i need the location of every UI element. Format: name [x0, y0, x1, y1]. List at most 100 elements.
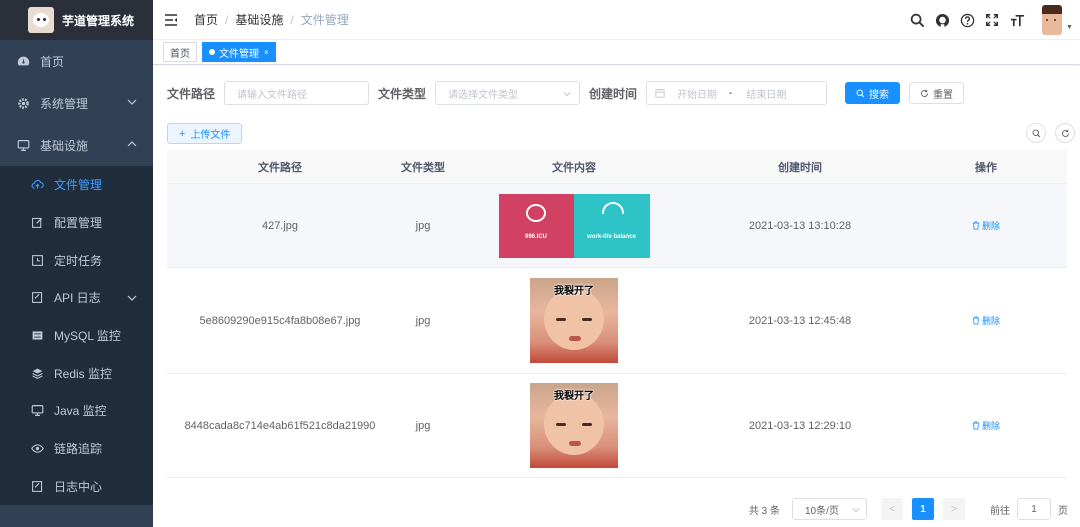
search-button-label: 搜索	[869, 89, 890, 101]
reset-button-label: 重置	[933, 89, 954, 101]
time-label: 创建时间	[589, 86, 638, 101]
delete-button[interactable]: 删除	[972, 314, 1000, 327]
trash-icon	[972, 421, 980, 429]
main-content: 文件路径 请输入文件路径 文件类型 请选择文件类型 创建时间 开始日期 - 结束…	[153, 66, 1080, 527]
sidebar-item-label: 首页	[40, 54, 65, 69]
sidebar-item-api-log[interactable]: API 日志	[0, 279, 153, 317]
upload-button-label: 上传文件	[190, 130, 231, 141]
sidebar-item-redis[interactable]: Redis 监控	[0, 354, 153, 392]
server-icon	[31, 329, 44, 342]
file-image[interactable]: 我裂开了	[530, 383, 618, 468]
cell-time: 2021-03-13 13:10:28	[748, 219, 852, 232]
table-row[interactable]: 427.jpg jpg 996.ICU work-life balance 20…	[167, 184, 1067, 268]
question-icon[interactable]	[959, 12, 975, 28]
image-caption: 996.ICU	[524, 233, 547, 240]
refresh-button[interactable]	[1055, 123, 1075, 143]
chevron-up-icon	[127, 141, 137, 147]
delete-label: 删除	[981, 420, 1000, 431]
sidebar-item-label: 定时任务	[54, 253, 103, 268]
upload-file-button[interactable]: + 上传文件	[167, 123, 243, 144]
cell-path: 427.jpg	[261, 219, 299, 232]
column-header: 创建时间	[778, 161, 822, 174]
goto-page-input[interactable]: 1	[1017, 498, 1051, 520]
breadcrumb: 首页 / 基础设施 / 文件管理	[194, 11, 349, 28]
edit-icon	[31, 216, 44, 229]
delete-button[interactable]: 删除	[972, 219, 1000, 232]
sidebar-item-log-center[interactable]: 日志中心	[0, 468, 153, 506]
toggle-search-button[interactable]	[1026, 123, 1046, 143]
page-size-select[interactable]: 10条/页	[792, 498, 867, 520]
cloud-upload-icon	[31, 178, 44, 191]
hamburger-icon[interactable]	[164, 13, 178, 27]
delete-label: 删除	[981, 220, 1000, 231]
gear-icon	[16, 96, 30, 110]
file-image[interactable]: 996.ICU work-life balance	[498, 193, 650, 258]
user-avatar[interactable]	[1042, 5, 1062, 35]
chevron-down-icon	[127, 295, 137, 301]
app-title: 芋道管理系统	[62, 13, 135, 28]
job-icon	[31, 254, 44, 267]
pagination-total: 共 3 条	[748, 505, 780, 517]
logo-row[interactable]: 芋道管理系统	[0, 0, 153, 40]
breadcrumb-item[interactable]: 基础设施	[235, 11, 283, 28]
navbar-right: ▼	[909, 0, 1080, 40]
image-work-life-balance: work-life balance	[573, 193, 650, 258]
sidebar-item-java[interactable]: Java 监控	[0, 392, 153, 430]
trash-icon	[972, 221, 980, 229]
search-icon[interactable]	[909, 12, 925, 28]
sidebar-item-mysql[interactable]: MySQL 监控	[0, 317, 153, 355]
caret-down-icon[interactable]: ▼	[1066, 24, 1074, 31]
search-icon	[1032, 129, 1040, 137]
tag-label: 首页	[170, 48, 190, 60]
cell-type: jpg	[415, 419, 431, 432]
path-label: 文件路径	[167, 86, 216, 101]
sidebar-item-label: 配置管理	[54, 216, 103, 231]
type-select[interactable]: 请选择文件类型	[435, 81, 581, 105]
log-icon	[31, 480, 44, 493]
logo-image	[28, 7, 54, 33]
chevron-down-icon	[852, 508, 860, 513]
tag-home[interactable]: 首页	[163, 42, 197, 62]
sidebar-item-system[interactable]: 系统管理	[0, 82, 153, 124]
cell-content: 996.ICU work-life balance	[453, 193, 695, 258]
sidebar-item-config[interactable]: 配置管理	[0, 204, 153, 242]
path-input[interactable]: 请输入文件路径	[224, 81, 370, 105]
breadcrumb-current: 文件管理	[300, 13, 349, 27]
cell-action: 删除	[905, 219, 1067, 233]
column-header: 操作	[975, 161, 997, 174]
file-image[interactable]: 我裂开了	[530, 278, 618, 363]
close-icon[interactable]: ×	[264, 48, 269, 57]
sidebar-item-trace[interactable]: 链路追踪	[0, 430, 153, 468]
tags-view: 首页 文件管理 ×	[153, 40, 1080, 65]
breadcrumb-item[interactable]: 首页	[194, 11, 218, 28]
cell-time: 2021-03-13 12:45:48	[748, 314, 852, 327]
search-button[interactable]: 搜索	[845, 82, 901, 104]
github-icon[interactable]	[934, 12, 950, 28]
reset-button[interactable]: 重置	[909, 82, 965, 104]
date-range-picker[interactable]: 开始日期 - 结束日期	[646, 81, 828, 105]
prev-page-button[interactable]: <	[881, 498, 903, 520]
cell-type: jpg	[415, 219, 431, 232]
delete-button[interactable]: 删除	[972, 419, 1000, 432]
chevron-down-icon	[563, 92, 571, 97]
sidebar-item-home[interactable]: 首页	[0, 40, 153, 82]
font-size-icon[interactable]	[1009, 12, 1025, 28]
sidebar-item-job[interactable]: 定时任务	[0, 241, 153, 279]
table-row[interactable]: 5e8609290e915c4fa8b08e67.jpg jpg 我裂开了 20…	[167, 268, 1067, 374]
redis-icon	[31, 367, 44, 380]
path-placeholder: 请输入文件路径	[237, 89, 308, 101]
fullscreen-icon[interactable]	[984, 12, 1000, 28]
tag-file-manage[interactable]: 文件管理 ×	[202, 42, 276, 62]
search-form: 文件路径 请输入文件路径 文件类型 请选择文件类型 创建时间 开始日期 - 结束…	[167, 81, 965, 105]
next-page-button[interactable]: >	[943, 498, 965, 520]
image-996: 996.ICU	[498, 193, 574, 258]
sidebar-item-file[interactable]: 文件管理	[0, 166, 153, 204]
image-caption: 我裂开了	[554, 391, 594, 402]
range-separator: -	[729, 87, 733, 99]
sidebar-item-infra[interactable]: 基础设施	[0, 124, 153, 166]
table-row[interactable]: 8448cada8c714e4ab61f521c8da21990 jpg 我裂开…	[167, 374, 1067, 478]
monitor-icon	[16, 138, 30, 152]
sidebar-item-label: MySQL 监控	[54, 329, 121, 344]
page-number[interactable]: 1	[912, 498, 934, 520]
cell-content: 我裂开了	[453, 278, 695, 363]
